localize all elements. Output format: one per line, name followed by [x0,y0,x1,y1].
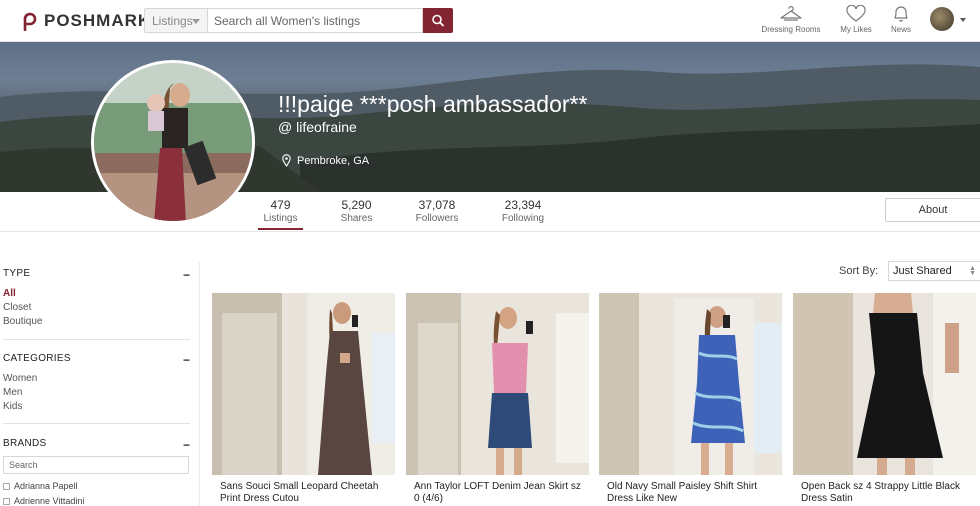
checkbox[interactable] [3,482,10,490]
listing-card[interactable]: Open Back sz 4 Strappy Little Black Dres… [793,293,976,505]
profile-avatar [91,60,255,224]
search-bar: Listings [144,8,453,33]
nav-my-likes[interactable]: My Likes [836,5,876,34]
nav-news[interactable]: News [886,5,916,34]
filter-title: TYPE [3,268,31,279]
filter-option-kids[interactable]: Kids [3,401,190,412]
listing-image[interactable] [599,293,782,475]
listing-photo [793,293,976,475]
brand-label: Adrienne Vittadini [14,496,85,506]
filter-option-men[interactable]: Men [3,387,190,398]
stat-listings[interactable]: 479 Listings [258,198,303,230]
stat-value: 37,078 [418,198,456,212]
listing-card[interactable]: Sans Souci Small Leopard Cheetah Print D… [212,293,395,505]
filter-type: TYPE − All Closet Boutique [3,268,190,327]
user-avatar-menu[interactable] [930,7,954,31]
listing-image[interactable] [212,293,395,475]
stat-label: Shares [340,213,373,224]
bell-icon [894,6,908,22]
filter-option-boutique[interactable]: Boutique [3,316,190,327]
checkbox[interactable] [3,497,10,505]
search-button[interactable] [423,8,453,33]
location-pin-icon [282,154,291,167]
profile-location: Pembroke, GA [282,154,369,167]
logo-text: POSHMARK [44,11,152,30]
location-text: Pembroke, GA [297,154,370,167]
brand-option[interactable]: Adrianna Papell [3,481,78,491]
nav-label: News [890,25,911,34]
stat-label: Followers [415,213,459,224]
listing-image[interactable] [793,293,976,475]
divider [3,423,190,424]
hanger-icon [780,6,802,21]
stat-value: 5,290 [341,198,372,212]
poshmark-logo[interactable]: POSHMARK [20,11,151,31]
filter-option-all[interactable]: All [3,288,190,299]
listing-photo [212,293,395,475]
chevron-down-icon [192,19,200,24]
brand-search-input[interactable] [3,456,189,474]
updown-caret-icon: ▲ ▼ [969,265,976,277]
brand-option[interactable]: Adrienne Vittadini [3,496,84,506]
sort-label: Sort By: [839,265,879,277]
profile-handle: @ lifeofraine [278,119,357,135]
filter-title: CATEGORIES [3,353,71,364]
nav-label: My Likes [840,25,872,34]
stat-label: Listings [263,213,298,224]
collapse-icon[interactable]: − [183,268,190,282]
divider [3,339,190,340]
top-navigation-bar: POSHMARK Listings Dressing Rooms My Like… [0,0,980,42]
about-button[interactable]: About [885,198,980,222]
listing-photo [406,293,589,475]
filter-brands: BRANDS − [3,438,190,452]
listing-image[interactable] [406,293,589,475]
profile-photo-image [94,63,252,221]
stat-followers[interactable]: 37,078 Followers [409,198,465,224]
nav-dressing-rooms[interactable]: Dressing Rooms [759,5,823,34]
sort-select[interactable]: Just Shared ▲ ▼ [888,261,980,281]
search-scope-dropdown[interactable]: Listings [144,8,207,33]
poshmark-p-icon [23,12,37,31]
listing-title[interactable]: Old Navy Small Paisley Shift Shirt Dress… [599,481,782,505]
search-input[interactable] [207,8,423,33]
stat-value: 479 [270,198,291,212]
stat-value: 23,394 [504,198,542,212]
listing-title[interactable]: Open Back sz 4 Strappy Little Black Dres… [793,481,976,505]
listing-card[interactable]: Ann Taylor LOFT Denim Jean Skirt sz 0 (4… [406,293,589,505]
collapse-icon[interactable]: − [183,353,190,367]
stat-label: Following [501,213,545,224]
brand-label: Adrianna Papell [14,481,78,491]
collapse-icon[interactable]: − [183,438,190,452]
listing-card[interactable]: Old Navy Small Paisley Shift Shirt Dress… [599,293,782,505]
nav-label: Dressing Rooms [761,25,821,34]
search-icon [432,14,444,27]
heart-icon [846,5,866,22]
filter-categories: CATEGORIES − Women Men Kids [3,353,190,412]
filter-title: BRANDS [3,438,47,449]
filter-option-closet[interactable]: Closet [3,302,190,313]
listing-title[interactable]: Ann Taylor LOFT Denim Jean Skirt sz 0 (4… [406,481,589,505]
chevron-down-icon[interactable] [960,18,966,22]
stat-following[interactable]: 23,394 Following [495,198,551,224]
filter-option-women[interactable]: Women [3,373,190,384]
listing-title[interactable]: Sans Souci Small Leopard Cheetah Print D… [212,481,395,505]
sort-value: Just Shared [893,265,952,277]
listing-photo [599,293,782,475]
profile-name: !!!paige ***posh ambassador** [278,91,588,117]
stat-shares[interactable]: 5,290 Shares [334,198,379,224]
search-scope-label: Listings [152,14,193,28]
